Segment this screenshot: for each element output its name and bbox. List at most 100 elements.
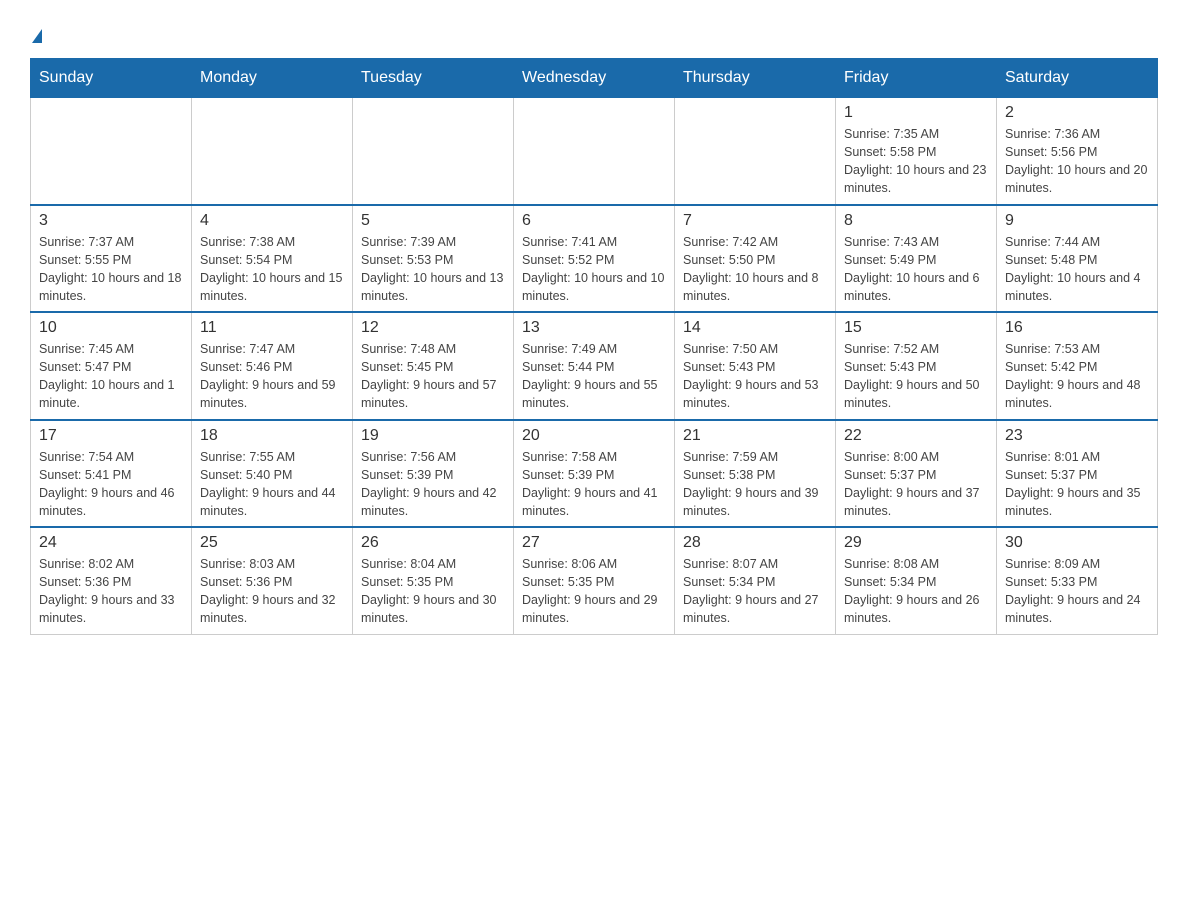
day-info: Sunrise: 7:56 AMSunset: 5:39 PMDaylight:… [361, 448, 505, 521]
day-info: Sunrise: 8:02 AMSunset: 5:36 PMDaylight:… [39, 555, 183, 628]
day-info: Sunrise: 7:42 AMSunset: 5:50 PMDaylight:… [683, 233, 827, 306]
day-info: Sunrise: 7:45 AMSunset: 5:47 PMDaylight:… [39, 340, 183, 413]
calendar-cell: 19Sunrise: 7:56 AMSunset: 5:39 PMDayligh… [353, 420, 514, 528]
day-info: Sunrise: 8:09 AMSunset: 5:33 PMDaylight:… [1005, 555, 1149, 628]
day-number: 28 [683, 534, 827, 552]
calendar-cell: 11 Sunrise: 7:47 AMSunset: 5:46 PMDayligh… [192, 312, 353, 420]
calendar-cell: 12 Sunrise: 7:48 AMSunset: 5:45 PMDayligh… [353, 312, 514, 420]
day-info: Sunrise: 7:35 AMSunset: 5:58 PMDaylight:… [844, 125, 988, 198]
calendar-cell: 25Sunrise: 8:03 AMSunset: 5:36 PMDayligh… [192, 527, 353, 634]
calendar-week-1: 1 Sunrise: 7:35 AMSunset: 5:58 PMDaylight… [31, 98, 1158, 205]
day-info: Sunrise: 8:07 AMSunset: 5:34 PMDaylight:… [683, 555, 827, 628]
day-number: 18 [200, 427, 344, 445]
day-number: 7 [683, 212, 827, 230]
calendar-cell: 24Sunrise: 8:02 AMSunset: 5:36 PMDayligh… [31, 527, 192, 634]
day-info: Sunrise: 8:08 AMSunset: 5:34 PMDaylight:… [844, 555, 988, 628]
day-info: Sunrise: 7:52 AMSunset: 5:43 PMDaylight:… [844, 340, 988, 413]
col-header-sunday: Sunday [31, 59, 192, 98]
day-number: 12 [361, 319, 505, 337]
day-info: Sunrise: 8:04 AMSunset: 5:35 PMDaylight:… [361, 555, 505, 628]
calendar-cell [31, 98, 192, 205]
page-header [30, 20, 1158, 48]
logo-triangle-icon [32, 29, 42, 43]
calendar-cell: 27Sunrise: 8:06 AMSunset: 5:35 PMDayligh… [514, 527, 675, 634]
calendar-week-3: 10 Sunrise: 7:45 AMSunset: 5:47 PMDayligh… [31, 312, 1158, 420]
day-info: Sunrise: 7:44 AMSunset: 5:48 PMDaylight:… [1005, 233, 1149, 306]
col-header-tuesday: Tuesday [353, 59, 514, 98]
day-number: 23 [1005, 427, 1149, 445]
calendar-cell [675, 98, 836, 205]
day-info: Sunrise: 8:06 AMSunset: 5:35 PMDaylight:… [522, 555, 666, 628]
calendar-cell: 8 Sunrise: 7:43 AMSunset: 5:49 PMDaylight… [836, 205, 997, 313]
day-info: Sunrise: 8:03 AMSunset: 5:36 PMDaylight:… [200, 555, 344, 628]
day-info: Sunrise: 7:58 AMSunset: 5:39 PMDaylight:… [522, 448, 666, 521]
day-info: Sunrise: 7:53 AMSunset: 5:42 PMDaylight:… [1005, 340, 1149, 413]
calendar-cell: 2 Sunrise: 7:36 AMSunset: 5:56 PMDaylight… [997, 98, 1158, 205]
day-number: 20 [522, 427, 666, 445]
day-number: 15 [844, 319, 988, 337]
calendar-cell: 4Sunrise: 7:38 AMSunset: 5:54 PMDaylight… [192, 205, 353, 313]
calendar-cell: 15 Sunrise: 7:52 AMSunset: 5:43 PMDayligh… [836, 312, 997, 420]
day-number: 6 [522, 212, 666, 230]
day-info: Sunrise: 7:50 AMSunset: 5:43 PMDaylight:… [683, 340, 827, 413]
calendar-week-2: 3 Sunrise: 7:37 AMSunset: 5:55 PMDaylight… [31, 205, 1158, 313]
calendar-week-4: 17 Sunrise: 7:54 AMSunset: 5:41 PMDayligh… [31, 420, 1158, 528]
calendar-cell: 5Sunrise: 7:39 AMSunset: 5:53 PMDaylight… [353, 205, 514, 313]
calendar-cell: 7 Sunrise: 7:42 AMSunset: 5:50 PMDaylight… [675, 205, 836, 313]
calendar-cell: 9 Sunrise: 7:44 AMSunset: 5:48 PMDaylight… [997, 205, 1158, 313]
day-info: Sunrise: 7:41 AMSunset: 5:52 PMDaylight:… [522, 233, 666, 306]
calendar-cell: 20 Sunrise: 7:58 AMSunset: 5:39 PMDayligh… [514, 420, 675, 528]
calendar-week-5: 24Sunrise: 8:02 AMSunset: 5:36 PMDayligh… [31, 527, 1158, 634]
day-info: Sunrise: 7:43 AMSunset: 5:49 PMDaylight:… [844, 233, 988, 306]
day-number: 17 [39, 427, 183, 445]
col-header-monday: Monday [192, 59, 353, 98]
day-number: 13 [522, 319, 666, 337]
day-info: Sunrise: 8:00 AMSunset: 5:37 PMDaylight:… [844, 448, 988, 521]
calendar-cell: 30 Sunrise: 8:09 AMSunset: 5:33 PMDayligh… [997, 527, 1158, 634]
day-info: Sunrise: 7:54 AMSunset: 5:41 PMDaylight:… [39, 448, 183, 521]
day-number: 9 [1005, 212, 1149, 230]
logo [30, 20, 42, 48]
day-number: 1 [844, 104, 988, 122]
calendar-cell: 10 Sunrise: 7:45 AMSunset: 5:47 PMDayligh… [31, 312, 192, 420]
day-info: Sunrise: 7:55 AMSunset: 5:40 PMDaylight:… [200, 448, 344, 521]
day-number: 10 [39, 319, 183, 337]
day-info: Sunrise: 7:37 AMSunset: 5:55 PMDaylight:… [39, 233, 183, 306]
day-info: Sunrise: 7:49 AMSunset: 5:44 PMDaylight:… [522, 340, 666, 413]
day-number: 22 [844, 427, 988, 445]
calendar-cell: 17 Sunrise: 7:54 AMSunset: 5:41 PMDayligh… [31, 420, 192, 528]
calendar-header-row: SundayMondayTuesdayWednesdayThursdayFrid… [31, 59, 1158, 98]
calendar-cell: 28 Sunrise: 8:07 AMSunset: 5:34 PMDayligh… [675, 527, 836, 634]
calendar-cell: 21 Sunrise: 7:59 AMSunset: 5:38 PMDayligh… [675, 420, 836, 528]
day-number: 30 [1005, 534, 1149, 552]
col-header-friday: Friday [836, 59, 997, 98]
calendar-cell: 16 Sunrise: 7:53 AMSunset: 5:42 PMDayligh… [997, 312, 1158, 420]
calendar-cell [192, 98, 353, 205]
calendar-cell: 13 Sunrise: 7:49 AMSunset: 5:44 PMDayligh… [514, 312, 675, 420]
day-number: 11 [200, 319, 344, 337]
col-header-wednesday: Wednesday [514, 59, 675, 98]
day-info: Sunrise: 7:47 AMSunset: 5:46 PMDaylight:… [200, 340, 344, 413]
calendar-cell: 3 Sunrise: 7:37 AMSunset: 5:55 PMDaylight… [31, 205, 192, 313]
calendar-cell: 26 Sunrise: 8:04 AMSunset: 5:35 PMDayligh… [353, 527, 514, 634]
calendar-cell [514, 98, 675, 205]
calendar-cell: 14Sunrise: 7:50 AMSunset: 5:43 PMDayligh… [675, 312, 836, 420]
day-number: 3 [39, 212, 183, 230]
calendar-table: SundayMondayTuesdayWednesdayThursdayFrid… [30, 58, 1158, 635]
calendar-cell: 1 Sunrise: 7:35 AMSunset: 5:58 PMDaylight… [836, 98, 997, 205]
day-number: 21 [683, 427, 827, 445]
day-info: Sunrise: 7:48 AMSunset: 5:45 PMDaylight:… [361, 340, 505, 413]
calendar-cell: 23Sunrise: 8:01 AMSunset: 5:37 PMDayligh… [997, 420, 1158, 528]
day-info: Sunrise: 7:38 AMSunset: 5:54 PMDaylight:… [200, 233, 344, 306]
day-number: 8 [844, 212, 988, 230]
calendar-cell: 22 Sunrise: 8:00 AMSunset: 5:37 PMDayligh… [836, 420, 997, 528]
day-number: 2 [1005, 104, 1149, 122]
day-info: Sunrise: 7:59 AMSunset: 5:38 PMDaylight:… [683, 448, 827, 521]
day-info: Sunrise: 7:36 AMSunset: 5:56 PMDaylight:… [1005, 125, 1149, 198]
day-number: 26 [361, 534, 505, 552]
calendar-cell: 29Sunrise: 8:08 AMSunset: 5:34 PMDayligh… [836, 527, 997, 634]
col-header-saturday: Saturday [997, 59, 1158, 98]
day-number: 5 [361, 212, 505, 230]
calendar-cell: 6 Sunrise: 7:41 AMSunset: 5:52 PMDaylight… [514, 205, 675, 313]
day-number: 16 [1005, 319, 1149, 337]
